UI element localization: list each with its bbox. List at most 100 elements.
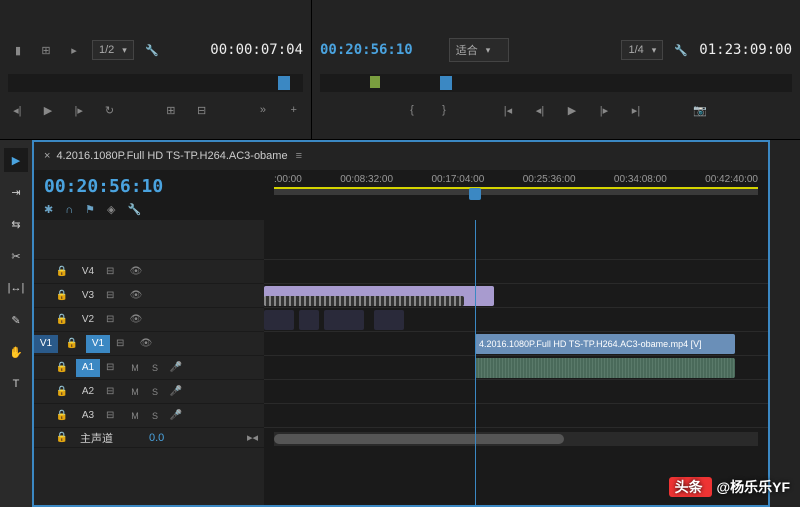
- step-fwd-icon[interactable]: |▸: [594, 100, 614, 120]
- main-mix-value[interactable]: 0.0: [149, 432, 164, 444]
- lock-icon[interactable]: 🔒: [54, 312, 70, 328]
- marker-span-icon[interactable]: ◈: [107, 203, 115, 216]
- solo-button[interactable]: S: [148, 411, 162, 421]
- close-tab-icon[interactable]: ×: [44, 150, 50, 162]
- play-icon[interactable]: ▶: [562, 100, 582, 120]
- eye-icon[interactable]: 👁: [128, 264, 144, 280]
- overwrite-icon[interactable]: ⊟: [192, 100, 211, 120]
- track-label[interactable]: V3: [76, 287, 100, 305]
- wrench-icon[interactable]: 🔧: [671, 40, 691, 60]
- lock-icon[interactable]: 🔒: [54, 430, 70, 446]
- video-clip[interactable]: [299, 310, 319, 330]
- export-frame-icon[interactable]: »: [254, 100, 273, 120]
- mute-button[interactable]: M: [128, 363, 142, 373]
- marker-icon[interactable]: ▮: [8, 40, 28, 60]
- grid-icon[interactable]: ⊞: [36, 40, 56, 60]
- razor-tool[interactable]: ✂: [4, 244, 28, 268]
- program-fit-dropdown[interactable]: 适合: [449, 38, 509, 62]
- video-clip[interactable]: [374, 310, 404, 330]
- fx-icon[interactable]: ⊟: [116, 338, 132, 349]
- video-clip-overlay[interactable]: [264, 296, 464, 306]
- hand-tool[interactable]: ✋: [4, 340, 28, 364]
- track-header-a1[interactable]: 🔒 A1 ⊟ MS 🎤: [34, 356, 264, 380]
- magnet-icon[interactable]: ∩: [65, 204, 73, 216]
- slip-tool[interactable]: |↔|: [4, 276, 28, 300]
- timeline-horizontal-scrollbar[interactable]: [274, 432, 758, 446]
- go-out-icon[interactable]: ▸|: [626, 100, 646, 120]
- loop-icon[interactable]: ↻: [100, 100, 119, 120]
- track-label[interactable]: V4: [76, 263, 100, 281]
- mic-icon[interactable]: 🎤: [168, 360, 184, 376]
- linked-selection-icon[interactable]: ⚑: [85, 203, 95, 216]
- track-label[interactable]: V1: [86, 335, 110, 353]
- track-header-v2[interactable]: 🔒 V2 ⊟ 👁: [34, 308, 264, 332]
- mute-button[interactable]: M: [128, 411, 142, 421]
- step-fwd-icon[interactable]: |▸: [69, 100, 88, 120]
- ripple-edit-tool[interactable]: ⇆: [4, 212, 28, 236]
- track-label[interactable]: A3: [76, 407, 100, 425]
- playhead-line[interactable]: [475, 220, 476, 505]
- fx-icon[interactable]: ⊟: [106, 290, 122, 301]
- scrollbar-thumb[interactable]: [274, 434, 564, 444]
- timeline-timecode[interactable]: 00:20:56:10: [44, 176, 254, 197]
- selection-tool[interactable]: ▶: [4, 148, 28, 172]
- insert-icon[interactable]: ⊞: [162, 100, 181, 120]
- play-icon[interactable]: ▶: [39, 100, 58, 120]
- video-clip[interactable]: [264, 310, 294, 330]
- step-back-icon[interactable]: ◂|: [530, 100, 550, 120]
- source-playhead[interactable]: [278, 76, 290, 90]
- lock-icon[interactable]: 🔒: [54, 264, 70, 280]
- fx-icon[interactable]: ⊟: [106, 386, 122, 397]
- source-patch-v1[interactable]: V1: [34, 335, 58, 353]
- track-label[interactable]: V2: [76, 311, 100, 329]
- eye-icon[interactable]: 👁: [128, 312, 144, 328]
- expand-icon[interactable]: ▸◂: [247, 431, 258, 444]
- fx-icon[interactable]: ⊟: [106, 266, 122, 277]
- eye-icon[interactable]: 👁: [128, 288, 144, 304]
- lock-icon[interactable]: 🔒: [54, 360, 70, 376]
- tab-menu-icon[interactable]: ≡: [296, 150, 302, 162]
- wrench-icon[interactable]: 🔧: [142, 40, 162, 60]
- lock-icon[interactable]: 🔒: [64, 336, 80, 352]
- audio-clip[interactable]: [475, 358, 735, 378]
- fx-icon[interactable]: ⊟: [106, 410, 122, 421]
- snap-icon[interactable]: ✱: [44, 203, 53, 216]
- type-tool[interactable]: T: [4, 372, 28, 396]
- source-ruler[interactable]: [8, 74, 303, 92]
- camera-icon[interactable]: 📷: [690, 100, 710, 120]
- mark-in-icon[interactable]: {: [402, 100, 422, 120]
- go-in-icon[interactable]: |◂: [498, 100, 518, 120]
- program-playhead[interactable]: [440, 76, 452, 90]
- track-header-a3[interactable]: 🔒 A3 ⊟ MS 🎤: [34, 404, 264, 428]
- solo-button[interactable]: S: [148, 387, 162, 397]
- timeline-playhead-head[interactable]: [469, 188, 481, 200]
- wrench-icon[interactable]: 🔧: [127, 203, 141, 216]
- lock-icon[interactable]: 🔒: [54, 384, 70, 400]
- lock-icon[interactable]: 🔒: [54, 288, 70, 304]
- solo-button[interactable]: S: [148, 363, 162, 373]
- step-back-icon[interactable]: ◂|: [8, 100, 27, 120]
- program-timecode[interactable]: 00:20:56:10: [320, 42, 413, 58]
- track-content-area[interactable]: 4.2016.1080P.Full HD TS-TP.H264.AC3-obam…: [264, 220, 768, 505]
- track-label[interactable]: A2: [76, 383, 100, 401]
- track-header-v3[interactable]: 🔒 V3 ⊟ 👁: [34, 284, 264, 308]
- track-header-v4[interactable]: 🔒 V4 ⊟ 👁: [34, 260, 264, 284]
- track-header-main-mix[interactable]: 🔒主声道0.0▸◂: [34, 428, 264, 448]
- video-clip[interactable]: [324, 310, 364, 330]
- source-zoom-dropdown[interactable]: 1/2: [92, 40, 134, 60]
- pen-tool[interactable]: ✎: [4, 308, 28, 332]
- add-icon[interactable]: +: [284, 100, 303, 120]
- chevron-right-icon[interactable]: ▸: [64, 40, 84, 60]
- track-header-v1[interactable]: V1🔒V1⊟👁: [34, 332, 264, 356]
- program-in-marker[interactable]: [370, 76, 380, 88]
- mute-button[interactable]: M: [128, 387, 142, 397]
- program-zoom-dropdown[interactable]: 1/4: [621, 40, 663, 60]
- lock-icon[interactable]: 🔒: [54, 408, 70, 424]
- track-header-a2[interactable]: 🔒A2⊟MS🎤: [34, 380, 264, 404]
- track-label[interactable]: A1: [76, 359, 100, 377]
- mic-icon[interactable]: 🎤: [168, 408, 184, 424]
- fx-icon[interactable]: ⊟: [106, 314, 122, 325]
- sequence-tab-name[interactable]: 4.2016.1080P.Full HD TS-TP.H264.AC3-obam…: [56, 150, 287, 162]
- mark-out-icon[interactable]: }: [434, 100, 454, 120]
- fx-icon[interactable]: ⊟: [106, 362, 122, 373]
